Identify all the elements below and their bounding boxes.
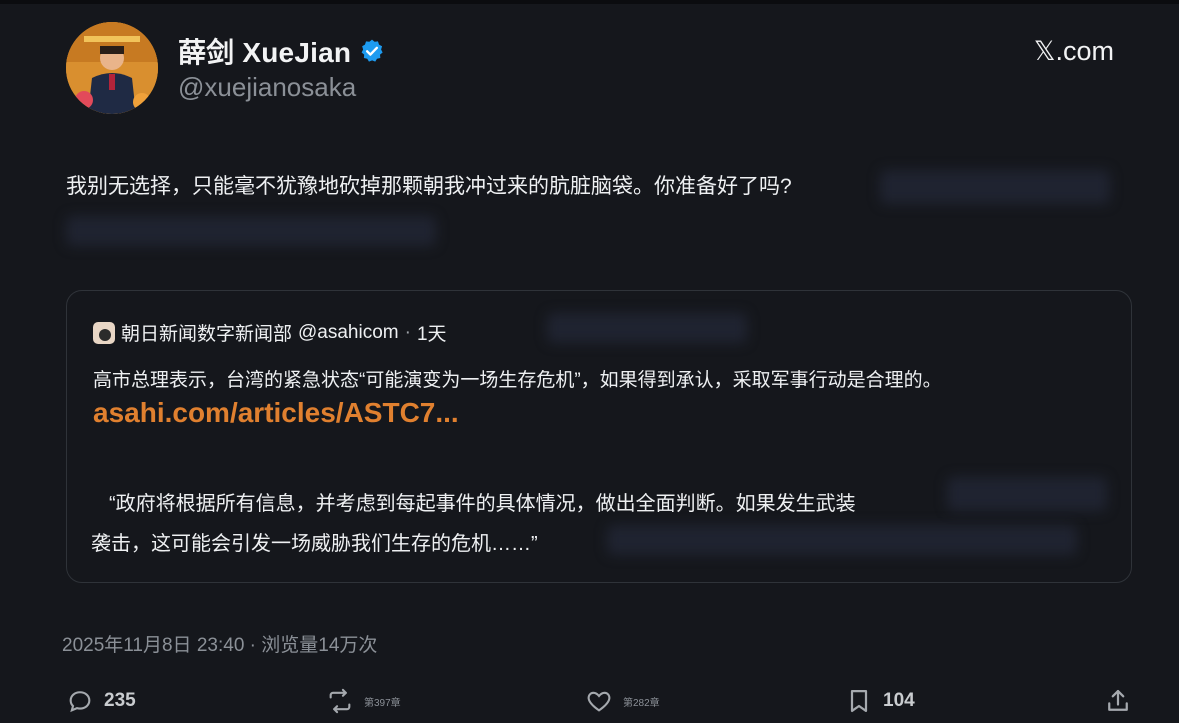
repost-count-label: 第397章 (364, 697, 401, 709)
reply-count: 235 (104, 690, 136, 711)
share-icon (1104, 687, 1132, 715)
quoted-source-name[interactable]: 朝日新闻数字新闻部 (121, 319, 292, 346)
repost-button[interactable]: 第397章 (326, 684, 401, 718)
bookmark-button[interactable]: 104 (845, 684, 915, 718)
bookmark-icon (845, 687, 873, 715)
separator-dot: · (404, 321, 411, 343)
quoted-handle[interactable]: @asahicom (298, 322, 399, 344)
verified-badge-icon (359, 38, 385, 64)
blur-artifact (547, 313, 747, 343)
quoted-excerpt-line-2: 袭击，这可能会引发一场威胁我们生存的危机……” (91, 533, 538, 555)
quoted-excerpt-line-1: “政府将根据所有信息，并考虑到每起事件的具体情况，做出全面判断。如果发生武装 (109, 493, 856, 515)
share-button[interactable] (1104, 684, 1132, 718)
site-label: 𝕏.com (1034, 36, 1114, 67)
reply-icon (66, 687, 94, 715)
post-screenshot: 薛剑 XueJian @xuejianosaka 𝕏.com 我别无选择，只能毫… (0, 0, 1179, 723)
quoted-avatar-icon[interactable] (93, 321, 115, 344)
top-border (0, 0, 1179, 4)
quoted-article-link[interactable]: asahi.com/articles/ASTC7... (93, 397, 459, 429)
author-handle[interactable]: @xuejianosaka (178, 72, 356, 103)
reply-button[interactable]: 235 (66, 684, 136, 718)
quoted-post-header[interactable]: 朝日新闻数字新闻部 @asahicom · 1天 (93, 319, 447, 346)
post-timestamp-views[interactable]: 2025年11月8日 23:40 · 浏览量14万次 (62, 630, 377, 657)
site-name: 𝕏.com (1033, 36, 1114, 66)
blur-artifact (66, 216, 436, 246)
author-name[interactable]: 薛剑 XueJian (178, 31, 351, 71)
quoted-post-card[interactable]: 朝日新闻数字新闻部 @asahicom · 1天 高市总理表示，台湾的紧急状态“… (66, 290, 1132, 583)
author-name-row[interactable]: 薛剑 XueJian (178, 34, 385, 68)
quoted-time: 1天 (416, 324, 447, 345)
heart-icon (585, 687, 613, 715)
blur-artifact (880, 170, 1110, 204)
like-button[interactable]: 第282章 (585, 684, 660, 718)
bookmark-count: 104 (883, 690, 915, 711)
blur-artifact (607, 525, 1077, 555)
post-text: 我别无选择，只能毫不犹豫地砍掉那颗朝我冲过来的肮脏脑袋。你准备好了吗? (66, 175, 792, 198)
blur-artifact (947, 477, 1107, 511)
repost-icon (326, 687, 354, 715)
like-count-label: 第282章 (623, 697, 660, 709)
action-bar: 235 第397章 第282章 104 (0, 684, 1179, 718)
quoted-post-body: 高市总理表示，台湾的紧急状态“可能演变为一场生存危机”，如果得到承认，采取军事行… (93, 370, 942, 391)
avatar[interactable] (66, 22, 158, 114)
